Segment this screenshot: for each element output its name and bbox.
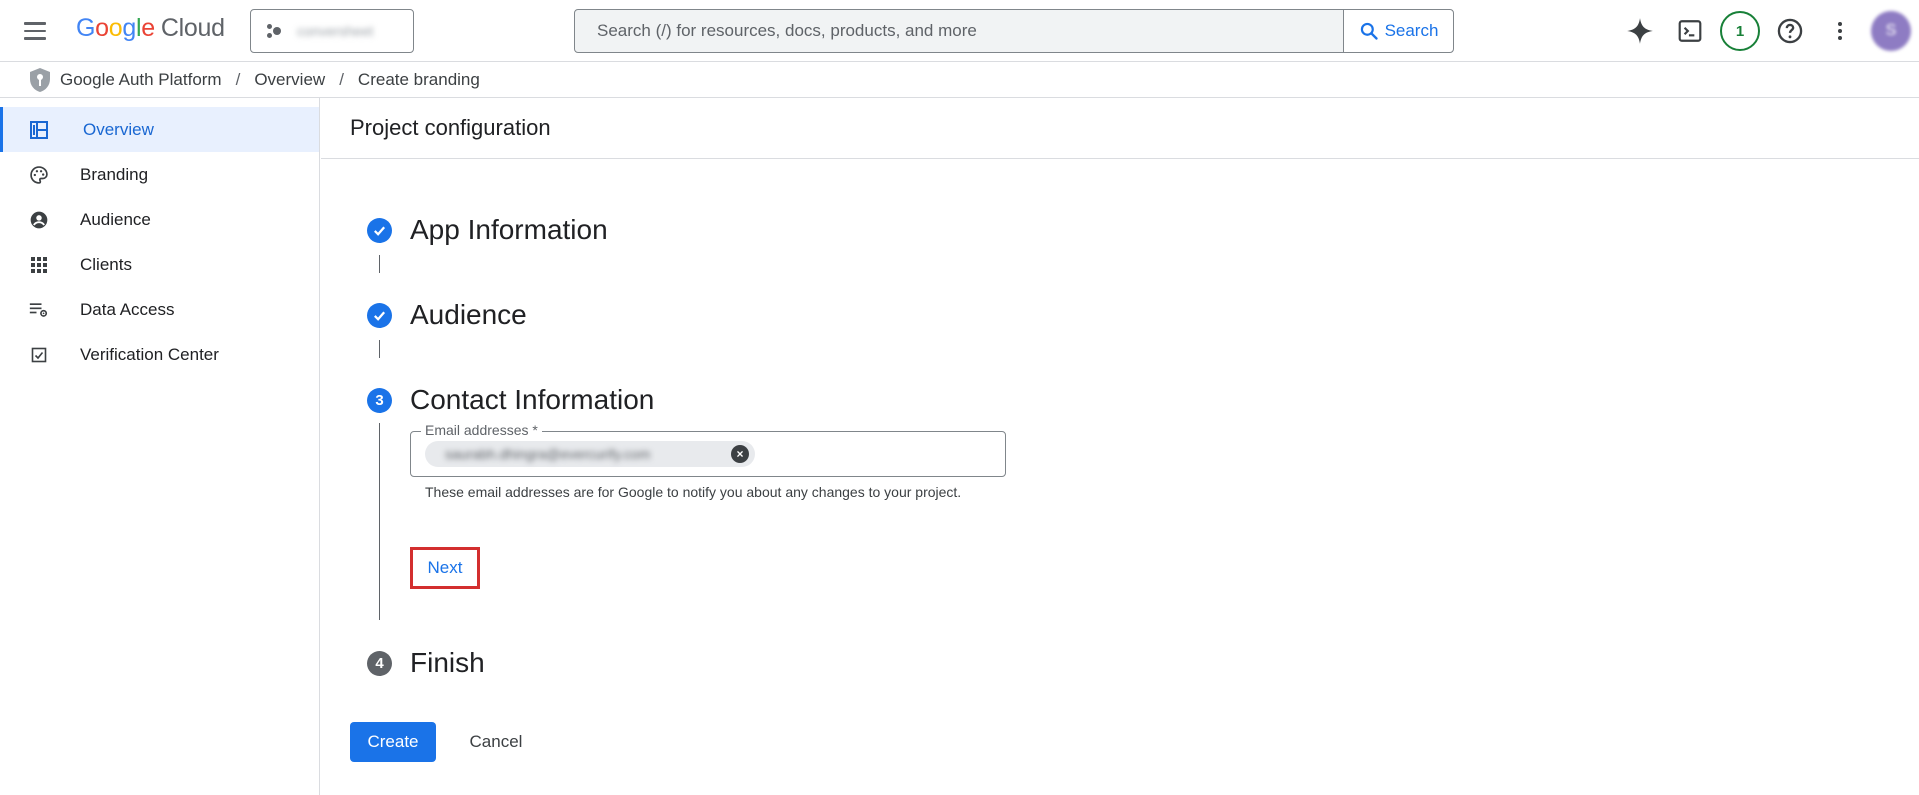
search-icon [1360,22,1378,40]
breadcrumb-separator: / [235,69,241,89]
breadcrumb-create-branding: Create branding [357,69,480,89]
step-finish: 4 Finish [367,647,485,679]
more-options-button[interactable] [1820,11,1860,51]
gemini-sparkle-icon [1627,18,1653,44]
logo-letter: e [141,14,155,42]
search-input[interactable] [575,10,1343,52]
sidebar-item-overview[interactable]: Overview [0,107,319,152]
dashboard-icon [29,120,49,140]
cloud-shell-button[interactable] [1670,11,1710,51]
project-name: conversheet [297,23,374,39]
email-chip: saurabh.dhingra@evercurify.com × [425,441,755,467]
email-addresses-label: Email addresses * [421,422,542,438]
sidebar-nav: Overview Branding Audience Clients Data … [0,98,320,795]
next-button[interactable]: Next [410,547,480,589]
gemini-button[interactable] [1620,11,1660,51]
sidebar-item-audience[interactable]: Audience [0,197,319,242]
notifications-button[interactable]: 1 [1720,11,1760,51]
step-contact-information: 3 Contact Information [367,384,654,416]
step-title: Contact Information [410,384,655,415]
check-circle-icon [367,217,392,243]
top-app-bar: GoogleCloud conversheet Search 1 [0,0,1919,62]
notification-count-badge: 1 [1720,11,1760,51]
email-helper-text: These email addresses are for Google to … [425,484,962,500]
breadcrumb: Google Auth Platform / Overview / Create… [0,62,1919,98]
breadcrumb-google-auth-platform[interactable]: Google Auth Platform [60,70,222,90]
apps-grid-icon [29,255,49,275]
sidebar-item-label: Verification Center [80,344,219,364]
account-button[interactable]: S [1870,11,1912,51]
checkbox-icon [29,345,49,365]
more-vert-icon [1838,22,1842,40]
logo-letter: G [76,14,96,42]
check-circle-icon [367,302,392,328]
sidebar-item-label: Audience [80,209,151,229]
create-button[interactable]: Create [350,722,436,762]
google-cloud-logo[interactable]: Google Cloud [76,14,225,43]
sidebar-item-label: Branding [80,164,149,184]
help-icon [1777,18,1803,44]
avatar: S [1871,11,1911,51]
list-settings-icon [29,300,49,320]
step-connector [379,340,380,358]
project-hub-icon [267,23,283,39]
account-circle-icon [29,210,49,230]
sidebar-item-clients[interactable]: Clients [0,242,319,287]
step-number-badge: 4 [367,650,392,676]
search-bar: Search [574,9,1454,53]
step-app-information: App Information [367,214,608,246]
cancel-button[interactable]: Cancel [451,722,541,762]
email-addresses-field[interactable]: Email addresses * saurabh.dhingra@evercu… [410,422,1006,477]
email-chip-value: saurabh.dhingra@evercurify.com [445,446,651,462]
step-audience: Audience [367,299,527,331]
hamburger-icon [24,22,46,25]
help-button[interactable] [1770,11,1810,51]
main-content: Project configuration App Information Au… [321,98,1919,795]
logo-letter: g [122,14,136,42]
step-connector [379,423,380,620]
logo-cloud-text: Cloud [160,14,225,42]
palette-icon [29,165,49,185]
hamburger-icon-bar [24,29,46,33]
sidebar-item-verification-center[interactable]: Verification Center [0,332,319,377]
sidebar-item-label: Data Access [80,299,175,319]
sidebar-item-branding[interactable]: Branding [0,152,319,197]
main-menu-button[interactable] [18,14,52,48]
sidebar-item-data-access[interactable]: Data Access [0,287,319,332]
step-title: Finish [410,647,485,678]
page-title: Project configuration [321,98,1919,159]
hamburger-icon-bar [24,37,46,40]
step-connector [379,255,380,273]
breadcrumb-separator: / [339,69,344,89]
chip-remove-icon[interactable]: × [731,445,749,463]
project-picker-button[interactable]: conversheet [250,9,414,53]
step-number-badge: 3 [367,387,392,413]
step-title: App Information [410,214,608,245]
step-title: Audience [410,299,527,330]
sidebar-item-label: Clients [80,254,132,274]
logo-letter: o [95,14,109,42]
breadcrumb-overview[interactable]: Overview [254,70,325,90]
sidebar-item-label: Overview [83,119,154,139]
search-button-label: Search [1384,21,1439,40]
terminal-icon [1678,20,1702,42]
logo-letter: o [108,14,123,42]
search-button[interactable]: Search [1343,10,1453,52]
shield-key-icon [30,67,50,92]
